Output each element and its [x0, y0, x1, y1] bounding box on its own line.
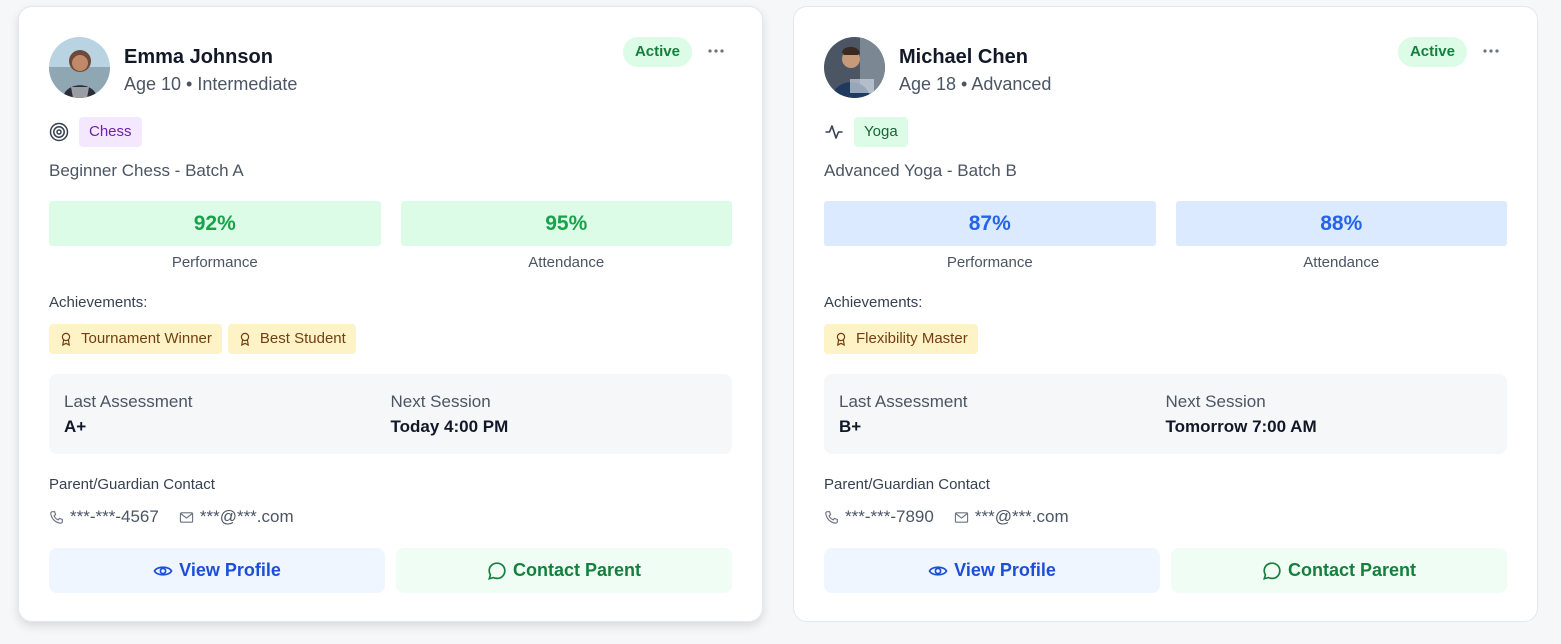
- message-circle-icon: [1263, 561, 1281, 580]
- award-icon: [240, 332, 250, 346]
- award-icon: [836, 332, 846, 346]
- more-options-icon[interactable]: [1481, 41, 1501, 61]
- student-card: Michael Chen Age 18 • Advanced Active Yo…: [793, 6, 1538, 622]
- sport-tag: Yoga: [854, 117, 908, 147]
- avatar: [49, 37, 110, 98]
- contact-label: Parent/Guardian Contact: [49, 476, 215, 493]
- next-session-label: Next Session: [1165, 392, 1266, 411]
- view-profile-button[interactable]: View Profile: [49, 548, 385, 593]
- achievements-list: Flexibility Master: [824, 324, 1507, 354]
- activity-icon: [825, 125, 843, 139]
- achievement-badge: Tournament Winner: [49, 324, 222, 354]
- card-actions: View Profile Contact Parent: [824, 548, 1507, 593]
- email-address: ***@***.com: [974, 507, 1069, 526]
- session-panel: Last Assessment B+ Next Session Tomorrow…: [824, 374, 1507, 454]
- avatar: [824, 37, 885, 98]
- attendance-label: Attendance: [1303, 254, 1380, 271]
- attendance-value: 95%: [400, 201, 732, 246]
- sport-row: Yoga: [824, 117, 1507, 147]
- stats-row: 92% Performance 95% Attendance: [49, 201, 732, 272]
- status-badge: Active: [1397, 37, 1467, 67]
- message-circle-icon: [488, 561, 506, 580]
- award-icon: [61, 332, 71, 346]
- performance-label: Performance: [171, 254, 258, 271]
- contact-label: Parent/Guardian Contact: [824, 476, 990, 493]
- last-assessment-value: B+: [839, 417, 862, 436]
- eye-icon: [153, 565, 173, 576]
- student-meta: Age 18 • Advanced: [899, 74, 1052, 94]
- more-options-icon[interactable]: [706, 41, 726, 61]
- contact-parent-button[interactable]: Contact Parent: [396, 548, 732, 593]
- attendance-label: Attendance: [528, 254, 605, 271]
- batch-name: Beginner Chess - Batch A: [49, 161, 244, 180]
- student-name: Emma Johnson: [124, 46, 273, 68]
- achievements-label: Achievements:: [49, 294, 148, 311]
- target-icon: [49, 122, 69, 142]
- eye-icon: [928, 565, 948, 576]
- phone-icon: [50, 510, 63, 524]
- view-profile-button[interactable]: View Profile: [824, 548, 1160, 593]
- last-assessment-value: A+: [64, 417, 87, 436]
- attendance-value: 88%: [1175, 201, 1507, 246]
- session-panel: Last Assessment A+ Next Session Today 4:…: [49, 374, 732, 454]
- student-card: Emma Johnson Age 10 • Intermediate Activ…: [18, 6, 763, 622]
- achievement-badge: Flexibility Master: [824, 324, 978, 354]
- performance-value: 87%: [824, 201, 1156, 246]
- phone-number: ***-***-4567: [70, 507, 159, 526]
- mail-icon: [954, 511, 968, 523]
- sport-row: Chess: [49, 117, 732, 147]
- performance-value: 92%: [49, 201, 381, 246]
- card-header: Emma Johnson Age 10 • Intermediate Activ…: [49, 37, 732, 99]
- status-badge: Active: [622, 37, 692, 67]
- next-session-label: Next Session: [390, 392, 491, 411]
- phone-number: ***-***-7890: [845, 507, 934, 526]
- next-session-value: Tomorrow 7:00 AM: [1165, 417, 1317, 436]
- student-meta: Age 10 • Intermediate: [124, 74, 298, 94]
- achievement-badge: Best Student: [227, 324, 356, 354]
- batch-name: Advanced Yoga - Batch B: [824, 161, 1017, 180]
- contact-parent-button[interactable]: Contact Parent: [1171, 548, 1507, 593]
- achievements-list: Tournament Winner Best Student: [49, 324, 732, 354]
- phone-icon: [825, 510, 838, 524]
- email-address: ***@***.com: [199, 507, 294, 526]
- last-assessment-label: Last Assessment: [839, 392, 968, 411]
- student-name: Michael Chen: [899, 46, 1028, 68]
- next-session-value: Today 4:00 PM: [390, 417, 509, 436]
- last-assessment-label: Last Assessment: [64, 392, 193, 411]
- contact-row: ***-***-4567 ***@***.com: [49, 506, 732, 528]
- card-header: Michael Chen Age 18 • Advanced Active: [824, 37, 1507, 99]
- mail-icon: [179, 511, 193, 523]
- sport-tag: Chess: [79, 117, 142, 147]
- card-actions: View Profile Contact Parent: [49, 548, 732, 593]
- achievements-label: Achievements:: [824, 294, 923, 311]
- stats-row: 87% Performance 88% Attendance: [824, 201, 1507, 272]
- contact-row: ***-***-7890 ***@***.com: [824, 506, 1507, 528]
- performance-label: Performance: [946, 254, 1033, 271]
